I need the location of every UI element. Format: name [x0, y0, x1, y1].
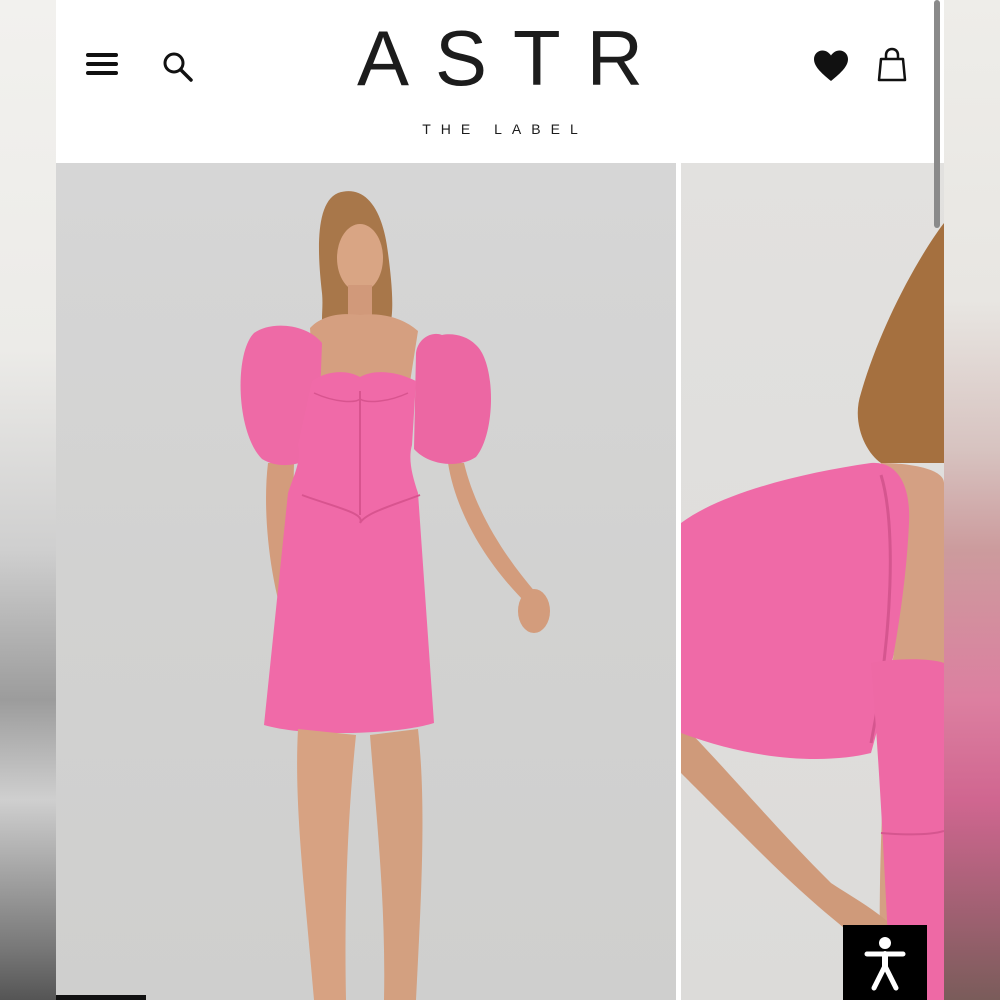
menu-button[interactable] — [82, 46, 122, 82]
heart-icon — [814, 50, 848, 81]
model-illustration — [240, 191, 550, 1000]
background-left-strip — [0, 0, 56, 1000]
site-header: ASTR THE LABEL — [56, 0, 944, 163]
page-screen: ASTR THE LABEL — [56, 0, 944, 1000]
accessibility-icon — [864, 936, 906, 990]
shopping-bag-icon — [877, 47, 907, 82]
brand-tagline: THE LABEL — [422, 121, 588, 137]
search-icon — [163, 52, 193, 82]
brand-logo[interactable]: ASTR — [300, 16, 700, 100]
menu-icon — [86, 53, 118, 75]
search-button[interactable] — [158, 48, 198, 86]
product-image-detail[interactable] — [681, 163, 944, 1000]
accessibility-button[interactable] — [843, 925, 927, 1000]
background-right-strip — [944, 0, 1000, 1000]
cart-button[interactable] — [874, 44, 910, 86]
scrollbar[interactable] — [934, 0, 940, 228]
bottom-tab-indicator — [56, 995, 146, 1000]
wishlist-button[interactable] — [810, 46, 852, 86]
sleeve-detail-illustration — [681, 223, 944, 1000]
product-image-front[interactable] — [56, 163, 676, 1000]
product-gallery — [56, 163, 944, 1000]
